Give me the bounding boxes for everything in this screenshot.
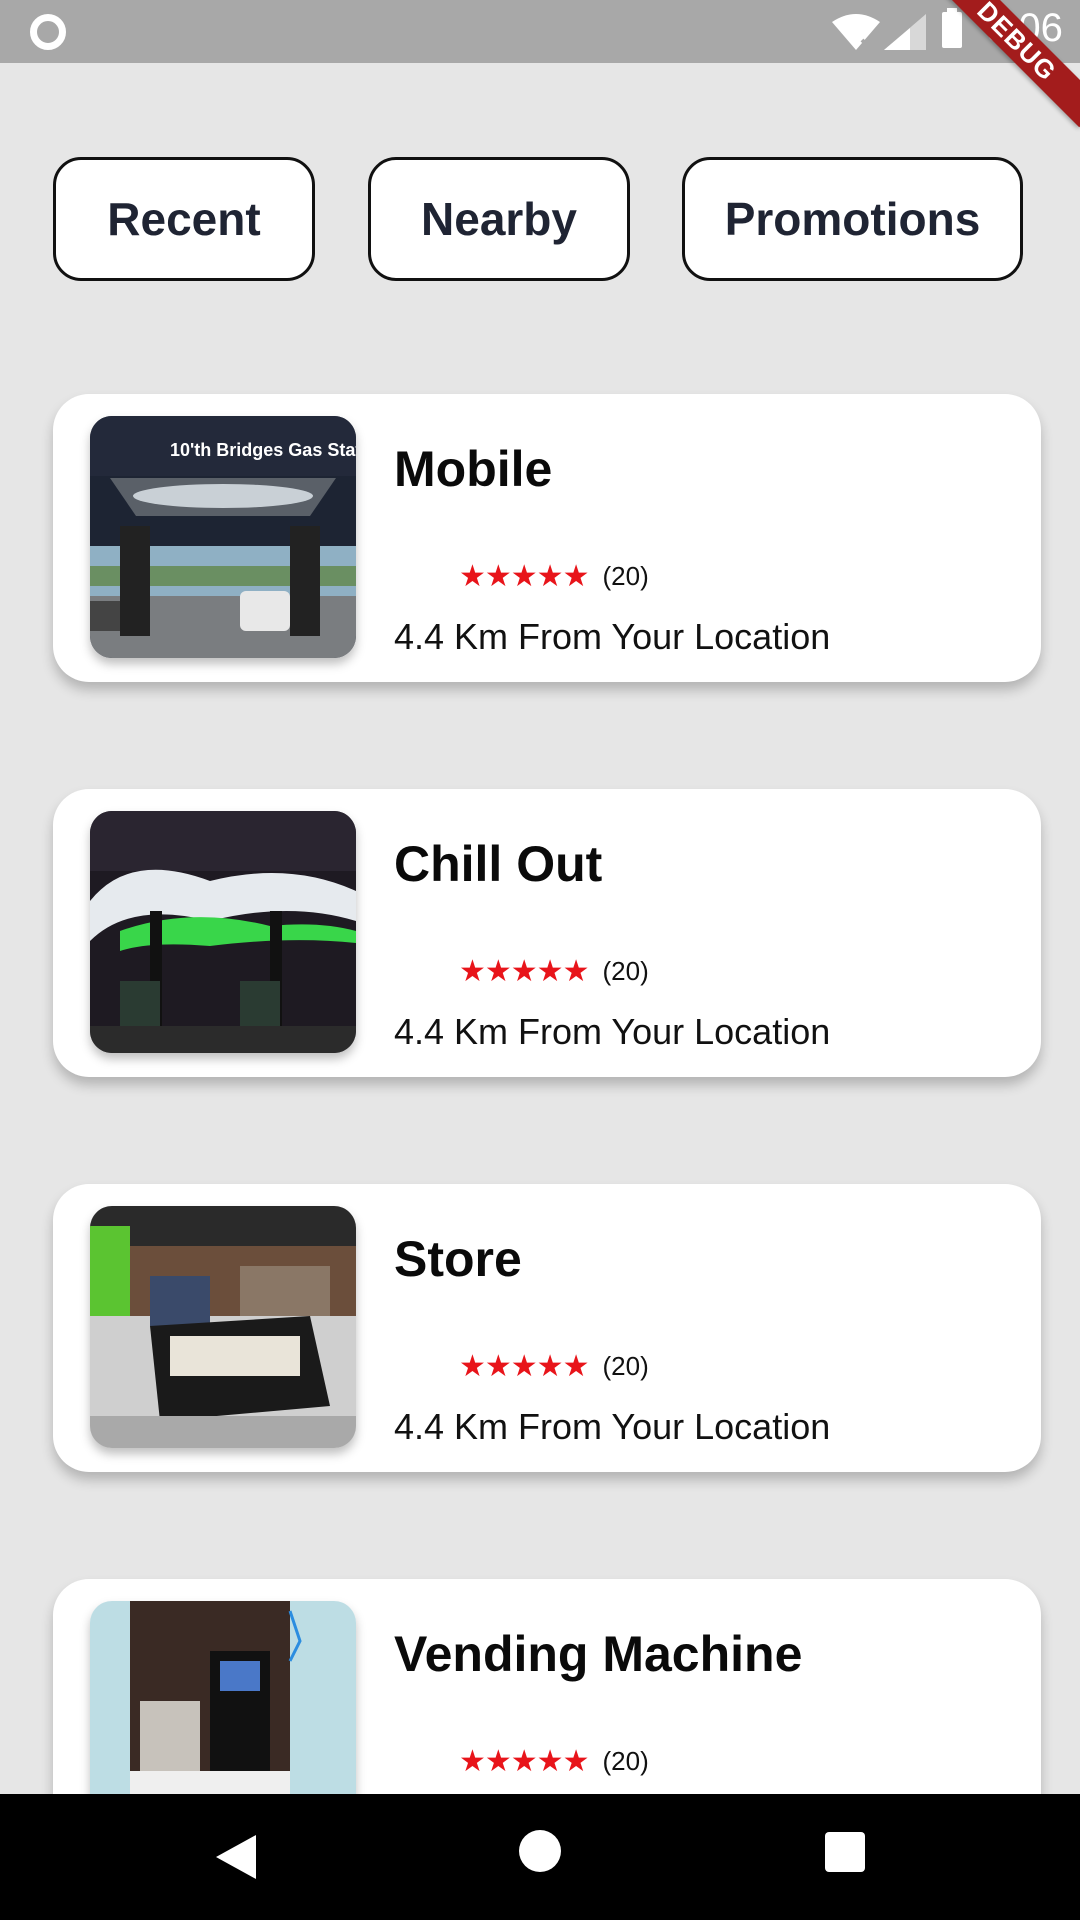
signal-icon [884, 14, 926, 50]
wifi-off-icon [832, 14, 880, 50]
rating: ★★★★★ (20) [459, 1744, 649, 1779]
rating-count: (20) [602, 1746, 649, 1776]
location-image: 10'th Bridges Gas Station [90, 416, 356, 658]
filter-recent-button[interactable]: Recent [53, 157, 315, 281]
rating: ★★★★★ (20) [459, 1349, 649, 1384]
image-signage-text: 10'th Bridges Gas Station [170, 440, 356, 460]
star-rating-icon: ★★★★★ [459, 560, 589, 593]
notification-ring-icon [30, 14, 66, 50]
location-card[interactable]: Store ★★★★★ (20) 4.4 Km From Your Locati… [53, 1184, 1041, 1472]
filter-nearby-button[interactable]: Nearby [368, 157, 630, 281]
location-image [90, 811, 356, 1053]
location-card[interactable]: 10'th Bridges Gas Station Mobile ★★★★★ (… [53, 394, 1041, 682]
rating-count: (20) [602, 956, 649, 986]
rating-count: (20) [602, 561, 649, 591]
location-title: Mobile [394, 441, 553, 497]
location-title: Chill Out [394, 836, 603, 892]
battery-icon [942, 8, 962, 48]
location-distance: 4.4 Km From Your Location [394, 1011, 831, 1052]
star-rating-icon: ★★★★★ [459, 955, 589, 988]
home-icon[interactable] [519, 1830, 561, 1872]
location-title: Vending Machine [394, 1626, 803, 1682]
location-title: Store [394, 1231, 522, 1287]
location-image [90, 1206, 356, 1448]
location-card[interactable]: Chill Out ★★★★★ (20) 4.4 Km From Your Lo… [53, 789, 1041, 1077]
rating: ★★★★★ (20) [459, 954, 649, 989]
star-rating-icon: ★★★★★ [459, 1350, 589, 1383]
filter-bar: Recent Nearby Promotions [0, 157, 1080, 287]
status-bar: 6:06 DEBUG [0, 0, 1080, 128]
location-distance: 4.4 Km From Your Location [394, 1406, 831, 1447]
rating: ★★★★★ (20) [459, 559, 649, 594]
recents-icon[interactable] [825, 1832, 865, 1872]
star-rating-icon: ★★★★★ [459, 1745, 589, 1778]
rating-count: (20) [602, 1351, 649, 1381]
back-icon[interactable] [216, 1835, 256, 1879]
location-distance: 4.4 Km From Your Location [394, 616, 831, 657]
system-nav-bar [0, 1794, 1080, 1920]
filter-promotions-button[interactable]: Promotions [682, 157, 1023, 281]
